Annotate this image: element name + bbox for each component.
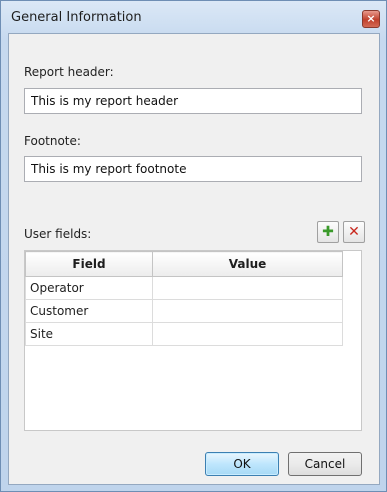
add-field-button[interactable]: ✚ xyxy=(317,221,339,243)
field-cell[interactable]: Customer xyxy=(25,299,153,323)
user-fields-grid: Field Value Operator Customer Site xyxy=(24,250,362,431)
dialog-title: General Information xyxy=(11,10,142,25)
cancel-button[interactable]: Cancel xyxy=(288,452,362,476)
column-header-field[interactable]: Field xyxy=(25,251,153,277)
close-button[interactable]: × xyxy=(362,10,380,28)
value-cell[interactable] xyxy=(152,322,343,346)
user-fields-label: User fields: xyxy=(24,227,92,241)
column-header-value[interactable]: Value xyxy=(152,251,343,277)
dialog-body: Report header: Footnote: User fields: ✚ … xyxy=(8,33,380,485)
close-icon: × xyxy=(366,12,376,25)
plus-icon: ✚ xyxy=(322,224,334,240)
field-cell[interactable]: Operator xyxy=(25,276,153,300)
grid-header-row: Field Value xyxy=(25,251,343,277)
user-fields-table: Field Value Operator Customer Site xyxy=(25,251,343,346)
remove-field-button[interactable]: ✕ xyxy=(343,221,365,243)
footnote-input[interactable] xyxy=(24,156,362,182)
report-header-label: Report header: xyxy=(24,65,114,79)
field-cell[interactable]: Site xyxy=(25,322,153,346)
table-row[interactable]: Site xyxy=(25,322,343,346)
table-row[interactable]: Customer xyxy=(25,299,343,323)
value-cell[interactable] xyxy=(152,299,343,323)
general-information-dialog: General Information × Report header: Foo… xyxy=(0,0,387,492)
table-row[interactable]: Operator xyxy=(25,276,343,300)
value-cell[interactable] xyxy=(152,276,343,300)
report-header-input[interactable] xyxy=(24,88,362,114)
footnote-label: Footnote: xyxy=(24,134,81,148)
delete-icon: ✕ xyxy=(348,224,360,240)
title-bar: General Information × xyxy=(1,1,386,33)
ok-button[interactable]: OK xyxy=(205,452,279,476)
